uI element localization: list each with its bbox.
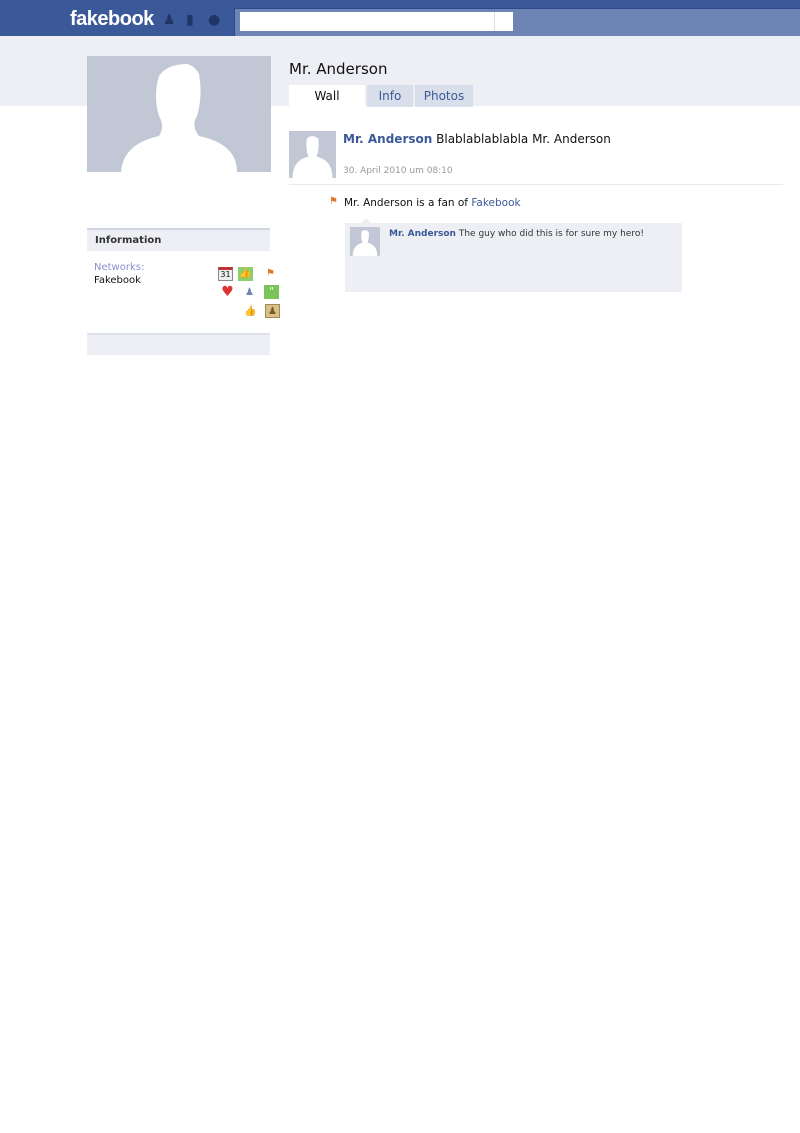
tab-info[interactable]: Info xyxy=(367,85,413,107)
comment-author-link[interactable]: Mr. Anderson xyxy=(389,229,456,239)
friend-add-icon[interactable]: ♟ xyxy=(242,286,257,300)
photo-album-icon[interactable]: ♟ xyxy=(265,304,280,318)
networks-value[interactable]: Fakebook xyxy=(94,275,141,286)
logo[interactable]: fakebook xyxy=(70,8,154,31)
profile-name: Mr. Anderson xyxy=(289,60,388,78)
comment-text: The guy who did this is for sure my hero… xyxy=(458,229,644,239)
fan-flag-icon[interactable]: ⚑ xyxy=(263,267,278,281)
messages-icon[interactable]: ▮ xyxy=(186,13,201,27)
tab-photos[interactable]: Photos xyxy=(415,85,473,107)
information-header: Information xyxy=(87,228,270,251)
comment: Mr. Anderson The guy who did this is for… xyxy=(345,218,682,292)
profile-picture[interactable] xyxy=(87,56,271,172)
silhouette-icon xyxy=(352,230,378,256)
notifications-globe-icon[interactable]: ● xyxy=(208,13,223,27)
post-content: Mr. Anderson Blablablablabla Mr. Anderso… xyxy=(343,132,611,146)
networks-label: Networks: xyxy=(94,262,145,273)
post-avatar[interactable] xyxy=(289,131,336,178)
search-input[interactable] xyxy=(240,12,494,31)
chat-icon[interactable]: " xyxy=(264,285,279,299)
activity-text: Mr. Anderson is a fan of xyxy=(344,197,472,209)
thumbs-up-icon[interactable]: 👍 xyxy=(243,305,258,319)
comment-body: Mr. Anderson The guy who did this is for… xyxy=(389,229,644,239)
comment-avatar[interactable] xyxy=(350,227,380,256)
search-button[interactable] xyxy=(494,12,513,31)
silhouette-icon xyxy=(121,64,237,172)
information-footer xyxy=(87,333,270,355)
heart-icon[interactable]: ♥ xyxy=(220,285,235,299)
activity-item: Mr. Anderson is a fan of Fakebook xyxy=(344,197,521,209)
divider xyxy=(289,184,783,185)
post-text: Blablablablabla Mr. Anderson xyxy=(436,132,611,146)
friends-icon[interactable]: ♟ xyxy=(163,13,178,27)
fan-page-link[interactable]: Fakebook xyxy=(471,197,520,209)
silhouette-icon xyxy=(292,136,333,178)
post-date[interactable]: 30. April 2010 um 08:10 xyxy=(343,166,453,176)
tab-wall[interactable]: Wall xyxy=(289,85,365,107)
post-author-link[interactable]: Mr. Anderson xyxy=(343,132,432,146)
like-green-icon[interactable]: 👍 xyxy=(238,267,253,281)
fan-flag-icon: ⚑ xyxy=(329,196,338,207)
calendar-icon[interactable]: 31 xyxy=(218,267,233,281)
